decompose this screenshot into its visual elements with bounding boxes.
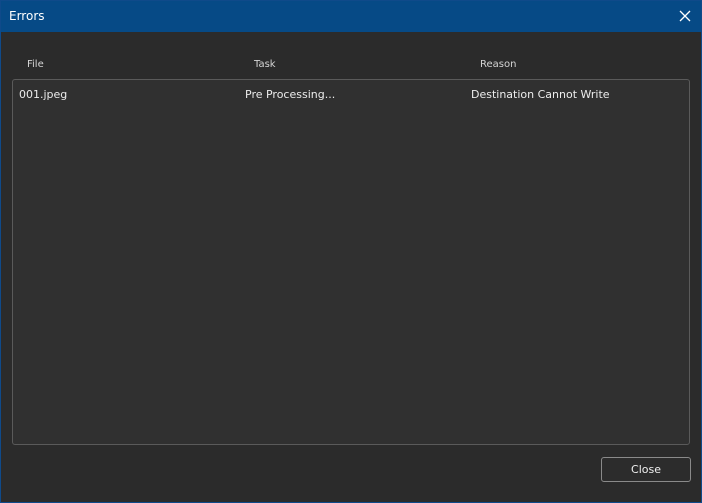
error-row[interactable]: 001.jpeg Pre Processing... Destination C… xyxy=(13,86,689,104)
error-reason-cell: Destination Cannot Write xyxy=(471,88,610,101)
close-icon-glyph xyxy=(679,10,691,22)
title-bar[interactable]: Errors xyxy=(1,1,701,32)
errors-dialog: Errors File Task Reason 001.jpeg Pre Pro… xyxy=(0,0,702,503)
column-header-reason: Reason xyxy=(480,59,517,70)
column-header-file: File xyxy=(27,59,44,70)
error-task-cell: Pre Processing... xyxy=(245,88,336,101)
dialog-title: Errors xyxy=(9,9,45,23)
close-button[interactable]: Close xyxy=(601,457,691,482)
close-icon[interactable] xyxy=(675,6,695,26)
column-header-task: Task xyxy=(254,59,276,70)
errors-list[interactable]: 001.jpeg Pre Processing... Destination C… xyxy=(12,79,690,445)
error-file-cell: 001.jpeg xyxy=(19,88,68,101)
